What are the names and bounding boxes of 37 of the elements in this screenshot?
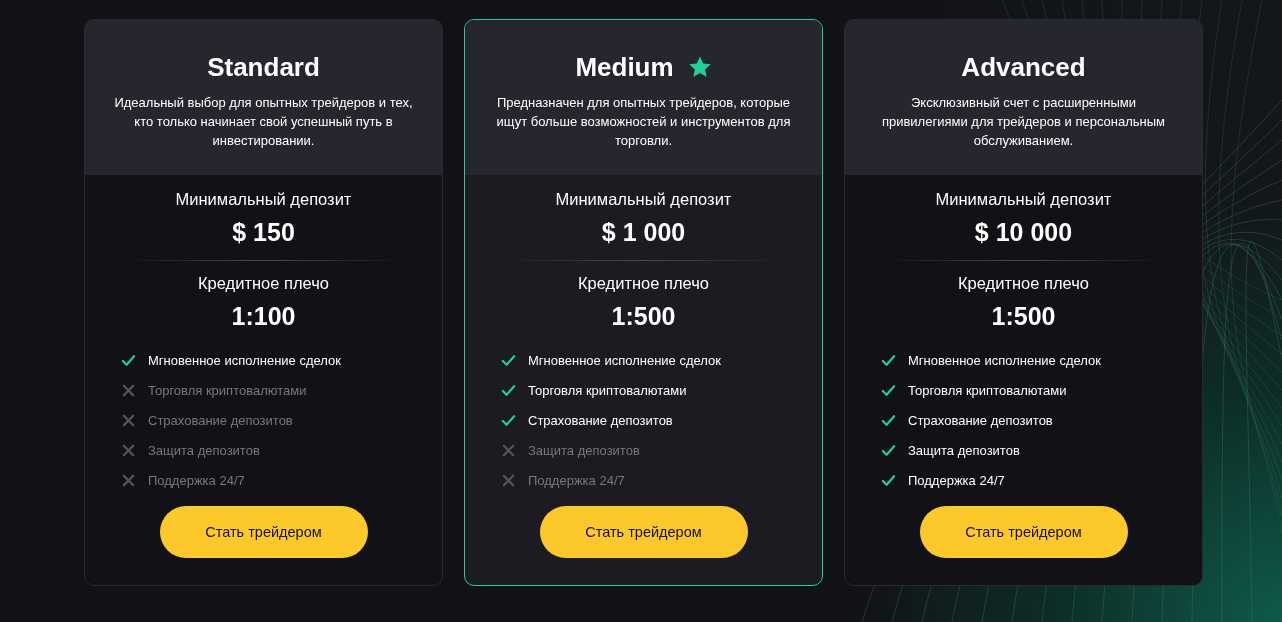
feature-text: Поддержка 24/7 <box>528 472 625 488</box>
leverage-value: 1:500 <box>611 301 676 332</box>
feature-text: Поддержка 24/7 <box>908 472 1005 488</box>
feature-text: Мгновенное исполнение сделок <box>908 352 1101 368</box>
feature-text: Мгновенное исполнение сделок <box>528 352 721 368</box>
leverage-label: Кредитное плечо <box>198 273 329 294</box>
leverage-value: 1:500 <box>991 301 1056 332</box>
deposit-amount: $ 150 <box>232 217 295 248</box>
plan-description: Идеальный выбор для опытных трейдеров и тех, кто только начинает свой успешный путь в инвестировании. <box>113 94 414 150</box>
plan-title: Medium <box>575 51 674 83</box>
feature-text: Торговля криптовалютами <box>908 382 1067 398</box>
feature-text: Страхование депозитов <box>528 412 673 428</box>
deposit-label: Минимальный депозит <box>175 189 352 210</box>
leverage-label: Кредитное плечо <box>578 273 709 294</box>
feature-text: Защита депозитов <box>908 442 1020 458</box>
feature-text: Поддержка 24/7 <box>148 472 245 488</box>
feature-text: Торговля криптовалютами <box>148 382 307 398</box>
plan-title: Standard <box>207 51 320 83</box>
plan-title: Advanced <box>961 51 1086 83</box>
deposit-amount: $ 1 000 <box>601 217 686 248</box>
feature-text: Страхование депозитов <box>908 412 1053 428</box>
deposit-label: Минимальный депозит <box>555 189 732 210</box>
feature-text: Защита депозитов <box>528 442 640 458</box>
become-trader-button[interactable]: Стать трейдером <box>539 506 748 558</box>
feature-text: Торговля криптовалютами <box>528 382 687 398</box>
leverage-value: 1:100 <box>231 301 296 332</box>
star-icon <box>687 55 712 79</box>
plan-description: Эксклюзивный счет с расширенными привилегиями для трейдеров и персональным обслуживанием. <box>880 94 1167 150</box>
plan-description: Предназначен для опытных трейдеров, которые ищут больше возможностей и инструментов для торговли. <box>495 94 792 150</box>
deposit-amount: $ 10 000 <box>974 217 1073 248</box>
become-trader-button[interactable]: Стать трейдером <box>159 506 368 558</box>
become-trader-button[interactable]: Стать трейдером <box>919 506 1128 558</box>
feature-text: Страхование депозитов <box>148 412 293 428</box>
feature-text: Мгновенное исполнение сделок <box>148 352 341 368</box>
leverage-label: Кредитное плечо <box>958 273 1089 294</box>
deposit-label: Минимальный депозит <box>935 189 1112 210</box>
feature-text: Защита депозитов <box>148 442 260 458</box>
